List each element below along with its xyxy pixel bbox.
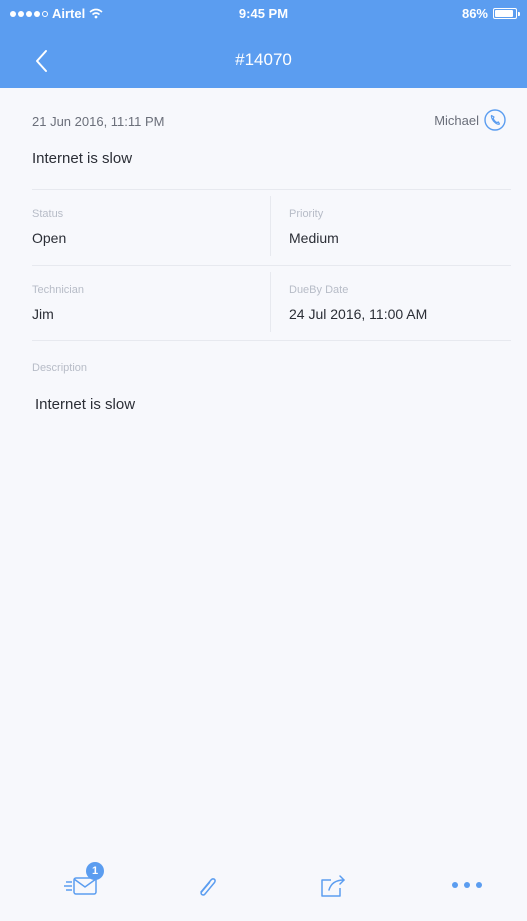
reply-count-badge: 1	[86, 862, 104, 880]
page-title: #14070	[235, 50, 292, 69]
share-button[interactable]	[314, 870, 350, 900]
priority-value[interactable]: Medium	[289, 230, 339, 246]
attachment-button[interactable]	[188, 870, 224, 900]
battery-indicator: 86%	[461, 6, 520, 21]
status-label: Status	[32, 208, 64, 220]
navigation-bar: #14070	[0, 36, 527, 80]
header-bar: Airtel 9:45 PM 86% #14070	[0, 0, 527, 88]
dueby-label: DueBy Date	[289, 284, 349, 296]
battery-icon	[493, 8, 520, 19]
divider	[32, 189, 511, 190]
phone-icon[interactable]	[483, 108, 507, 132]
description-text: Internet is slow	[35, 396, 136, 413]
divider	[32, 265, 511, 266]
status-time: 9:45 PM	[238, 6, 289, 21]
column-divider	[270, 272, 271, 332]
attachment-icon	[200, 878, 216, 896]
technician-label: Technician	[32, 284, 84, 296]
reply-button[interactable]: 1	[64, 862, 104, 900]
more-icon	[452, 870, 488, 900]
ticket-subject: Internet is slow	[32, 150, 133, 167]
more-button[interactable]	[452, 870, 488, 900]
column-divider	[270, 196, 271, 256]
status-value[interactable]: Open	[32, 230, 66, 246]
description-label: Description	[32, 362, 88, 374]
ticket-detail-screen: Airtel 9:45 PM 86% #14070 21 Jun 2016, 1…	[0, 0, 527, 921]
priority-label: Priority	[289, 208, 324, 220]
technician-value[interactable]: Jim	[32, 306, 54, 322]
created-date: 21 Jun 2016, 11:11 PM	[32, 114, 165, 129]
requester-name: Michael	[434, 112, 479, 128]
status-bar: Airtel 9:45 PM 86%	[0, 0, 527, 26]
requester[interactable]: Michael	[434, 108, 507, 132]
divider	[32, 340, 511, 341]
bottom-toolbar: 1	[0, 848, 527, 918]
share-icon	[321, 875, 345, 897]
dueby-value[interactable]: 24 Jul 2016, 11:00 AM	[289, 306, 427, 322]
battery-percent: 86%	[461, 6, 488, 21]
